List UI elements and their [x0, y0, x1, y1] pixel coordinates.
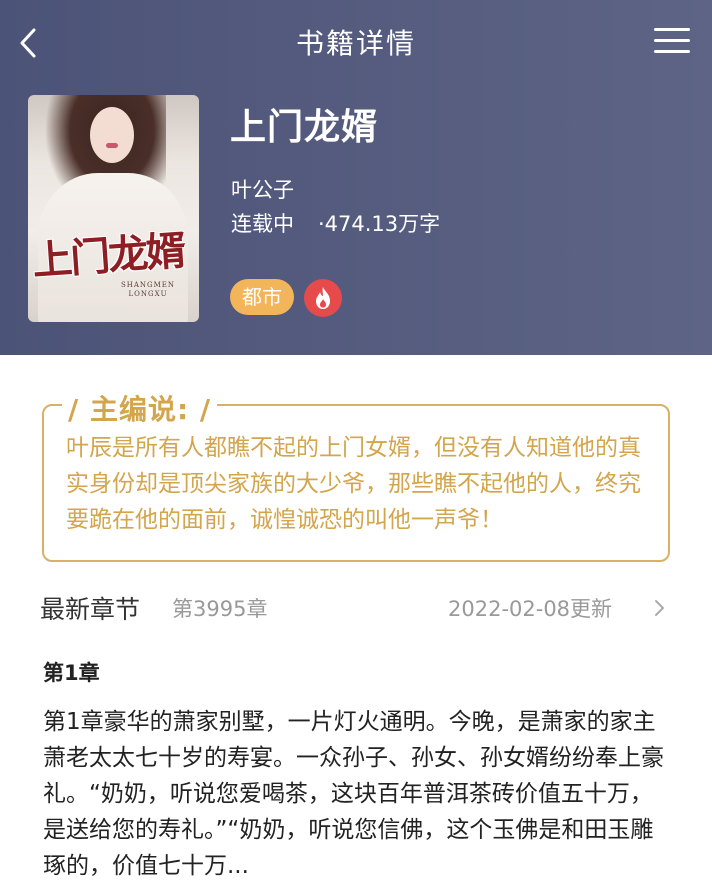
- book-title: 上门龙婿: [230, 107, 379, 148]
- nav-bar: 书籍详情: [0, 0, 712, 82]
- genre-tag[interactable]: 都市: [230, 279, 294, 315]
- latest-chapter-label: 最新章节: [40, 595, 141, 624]
- chapter-excerpt[interactable]: 第1章豪华的萧家别墅，一片灯火通明。今晚，是萧家的家主萧老太太七十岁的寿宴。一众…: [43, 704, 675, 884]
- cover-title: 上门龙婿: [30, 227, 186, 285]
- book-cover[interactable]: 上门龙婿 SHANGMEN LONGXU: [28, 95, 199, 322]
- book-header: 书籍详情 上门龙婿 SHANGMEN LONGXU 上门龙婿 叶公子 连载中 ·…: [0, 0, 712, 355]
- editor-label: / 主编说: /: [62, 388, 218, 428]
- chevron-right-icon: [655, 600, 664, 616]
- latest-chapter-number: 第3995章: [172, 597, 268, 621]
- book-status: 连载中: [231, 212, 294, 236]
- page-title: 书籍详情: [295, 27, 416, 60]
- menu-icon[interactable]: [654, 28, 692, 56]
- cover-subtitle: SHANGMEN LONGXU: [120, 281, 176, 298]
- editor-summary: 叶辰是所有人都瞧不起的上门女婿，但没有人知道他的真实身份却是顶尖家族的大少爷，那…: [66, 435, 641, 533]
- latest-update-date: 2022-02-08更新: [448, 597, 613, 621]
- chapter-title: 第1章: [43, 661, 100, 685]
- book-word-count: ·474.13万字: [318, 212, 441, 236]
- book-author[interactable]: 叶公子: [231, 174, 294, 204]
- flame-icon: [304, 279, 342, 317]
